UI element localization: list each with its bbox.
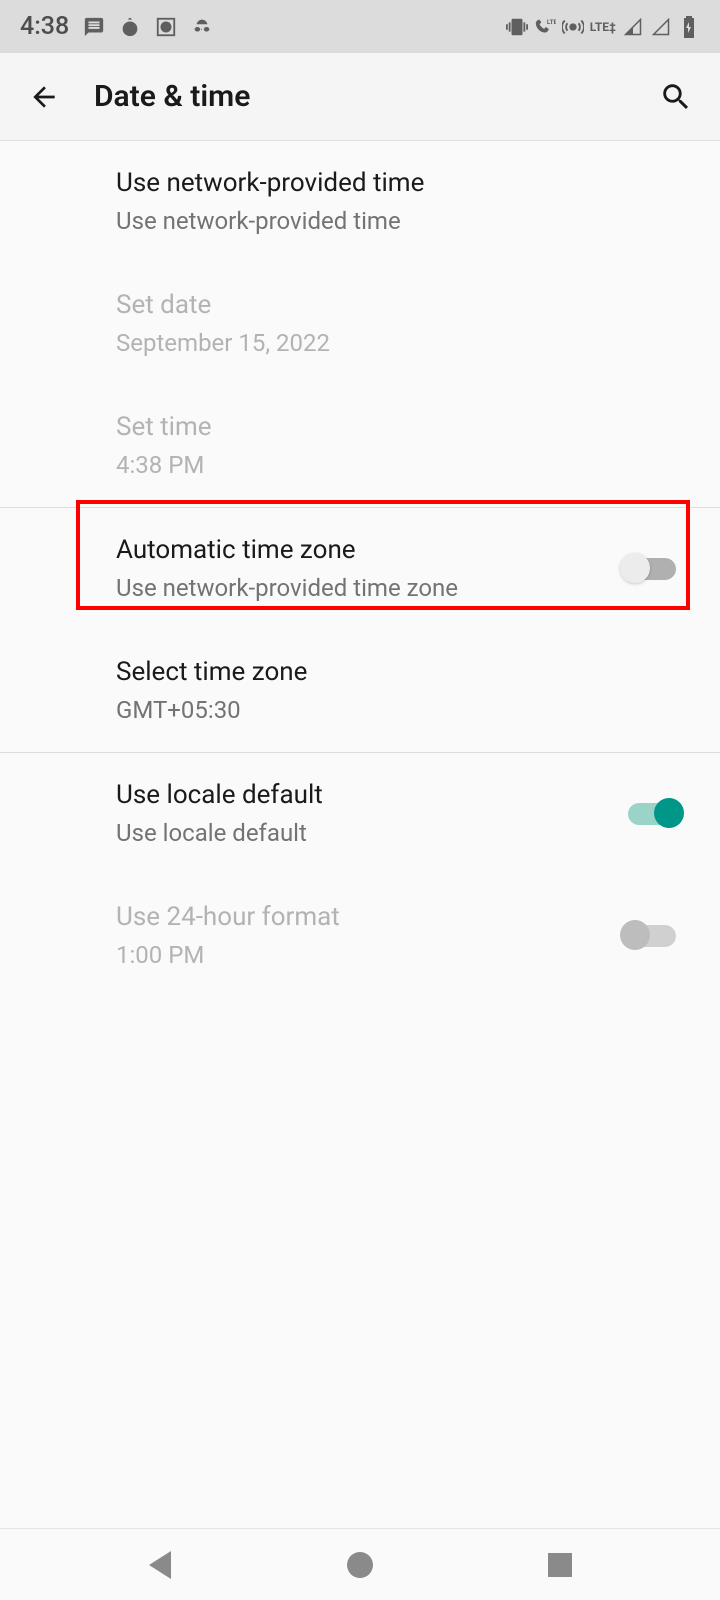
setting-set-date: Set date September 15, 2022 [0,263,720,385]
status-bar: 4:38 LTE LTE‡ [0,0,720,53]
setting-title: Select time zone [116,654,690,690]
setting-title: Set time [116,409,690,445]
setting-subtitle: Use network-provided time [116,205,690,239]
app-bar: Date & time [0,53,720,141]
setting-title: Use 24-hour format [116,899,624,935]
24hour-toggle [624,924,680,948]
setting-subtitle: Use locale default [116,817,624,851]
circle-icon [347,1552,373,1578]
signal-icon-1 [622,16,644,38]
triangle-icon [149,1551,171,1579]
app-icon-2 [155,16,177,38]
message-icon [83,16,105,38]
auto-timezone-toggle[interactable] [624,557,680,581]
settings-list: Use network-provided time Use network-pr… [0,141,720,997]
setting-subtitle: 1:00 PM [116,939,624,973]
signal-icon-2 [650,16,672,38]
setting-title: Set date [116,287,690,323]
nav-back-button[interactable] [130,1535,190,1595]
lte-indicator: LTE‡ [590,20,616,34]
battery-icon [678,16,700,38]
setting-set-time: Set time 4:38 PM [0,385,720,507]
setting-auto-timezone[interactable]: Automatic time zone Use network-provided… [0,508,720,630]
setting-network-time[interactable]: Use network-provided time Use network-pr… [0,141,720,263]
svg-text:LTE: LTE [547,18,556,26]
setting-subtitle: September 15, 2022 [116,327,690,361]
setting-subtitle: 4:38 PM [116,449,690,483]
setting-locale-default[interactable]: Use locale default Use locale default [0,753,720,875]
setting-24hour-format: Use 24-hour format 1:00 PM [0,875,720,997]
status-time: 4:38 [20,12,69,41]
vibrate-icon [506,16,528,38]
setting-select-timezone[interactable]: Select time zone GMT+05:30 [0,630,720,752]
page-title: Date & time [94,79,652,114]
nav-home-button[interactable] [330,1535,390,1595]
setting-title: Use network-provided time [116,165,690,201]
nav-recent-button[interactable] [530,1535,590,1595]
volte-icon: LTE [534,16,556,38]
hotspot-icon [562,16,584,38]
status-right: LTE LTE‡ [506,16,700,38]
incognito-icon [191,16,213,38]
square-icon [548,1553,572,1577]
setting-title: Automatic time zone [116,532,624,568]
setting-subtitle: GMT+05:30 [116,694,690,728]
navigation-bar [0,1528,720,1600]
search-button[interactable] [652,73,700,121]
setting-subtitle: Use network-provided time zone [116,572,624,606]
back-button[interactable] [20,73,68,121]
app-icon-1 [119,16,141,38]
locale-default-toggle[interactable] [624,802,680,826]
status-left: 4:38 [20,12,213,41]
setting-title: Use locale default [116,777,624,813]
